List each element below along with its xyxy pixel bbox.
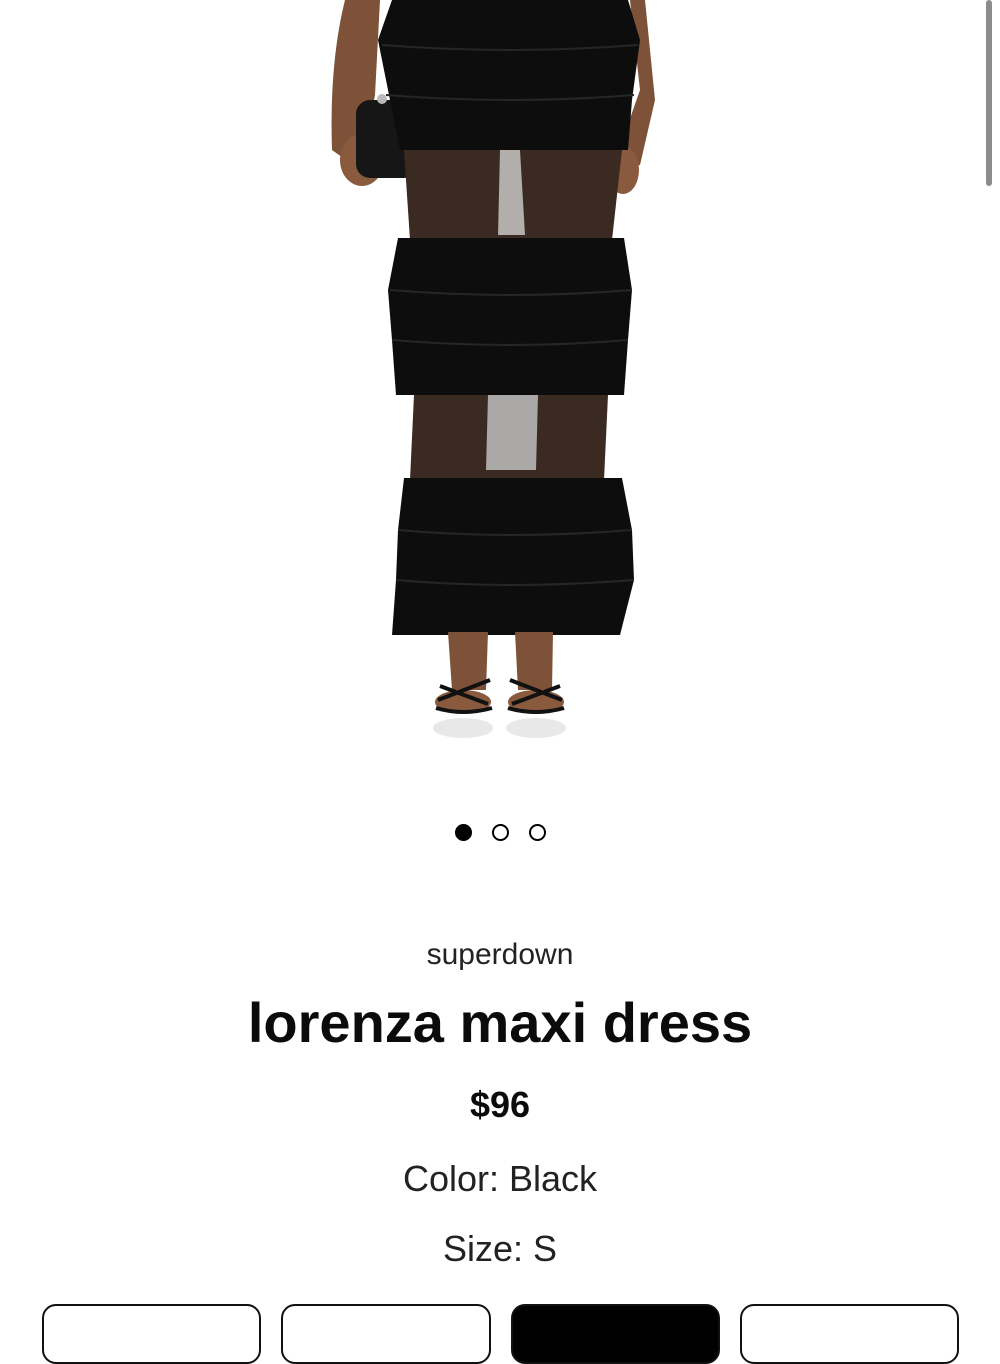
carousel-indicator <box>0 824 1000 841</box>
selected-size: Size: S <box>442 1228 558 1269</box>
brand-link[interactable]: superdown <box>0 938 1000 972</box>
size-option-2[interactable] <box>281 1304 491 1364</box>
size-option-3[interactable] <box>511 1304 720 1364</box>
product-title: lorenza maxi dress <box>247 991 753 1054</box>
carousel-dot-3[interactable] <box>528 824 546 841</box>
product-photo <box>331 0 655 738</box>
carousel-dot-2[interactable] <box>491 824 509 841</box>
product-price: $96 <box>469 1084 531 1125</box>
carousel-dot-1[interactable] <box>454 824 472 841</box>
size-option-1[interactable] <box>42 1304 261 1364</box>
product-image[interactable] <box>0 0 1000 760</box>
selected-color: Color: Black <box>402 1158 598 1199</box>
size-selector <box>0 1304 1000 1364</box>
size-option-4[interactable] <box>740 1304 959 1364</box>
